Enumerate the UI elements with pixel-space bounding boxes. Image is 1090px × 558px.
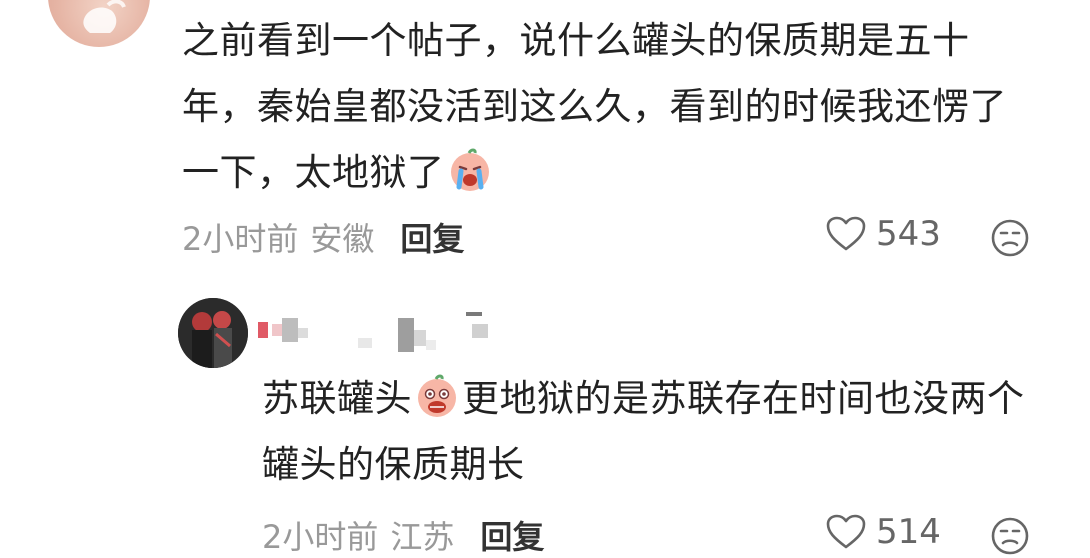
reply-button[interactable]: 回复 bbox=[480, 512, 544, 558]
avatar[interactable] bbox=[178, 298, 248, 368]
like-count: 514 bbox=[876, 512, 941, 552]
dislike-face-icon[interactable] bbox=[990, 218, 1030, 258]
comment-location: 安徽 bbox=[310, 220, 375, 258]
like-button[interactable]: 514 bbox=[826, 512, 941, 552]
username-mosaic bbox=[258, 312, 488, 352]
comment-meta: 2小时前 江苏 回复 bbox=[262, 512, 544, 558]
comment-location: 江苏 bbox=[390, 518, 455, 556]
shocked-face-emoji-icon bbox=[414, 373, 460, 419]
dislike-face-icon[interactable] bbox=[990, 516, 1030, 556]
comment-text-body: 苏联罐头 bbox=[262, 377, 412, 420]
comment-text: 苏联罐头 更地狱的是苏联存在时间也没两个罐头的保质期长 bbox=[262, 366, 1052, 498]
comment-text-body: 之前看到一个帖子，说什么罐头的保质期是五十年，秦始皇都没活到这么久，看到的时候我… bbox=[182, 19, 1007, 194]
comment-thread: 之前看到一个帖子，说什么罐头的保质期是五十年，秦始皇都没活到这么久，看到的时候我… bbox=[0, 0, 1090, 558]
comment-meta: 2小时前 安徽 回复 bbox=[182, 214, 464, 260]
crying-face-emoji-icon bbox=[447, 147, 493, 193]
comment-time: 2小时前 bbox=[182, 220, 299, 258]
comment-text: 之前看到一个帖子，说什么罐头的保质期是五十年，秦始皇都没活到这么久，看到的时候我… bbox=[182, 8, 1042, 206]
like-count: 543 bbox=[876, 214, 941, 254]
comment-time: 2小时前 bbox=[262, 518, 379, 556]
reply-button[interactable]: 回复 bbox=[400, 214, 464, 260]
avatar[interactable] bbox=[48, 0, 150, 47]
heart-icon bbox=[826, 514, 866, 549]
like-button[interactable]: 543 bbox=[826, 214, 941, 254]
heart-icon bbox=[826, 216, 866, 251]
